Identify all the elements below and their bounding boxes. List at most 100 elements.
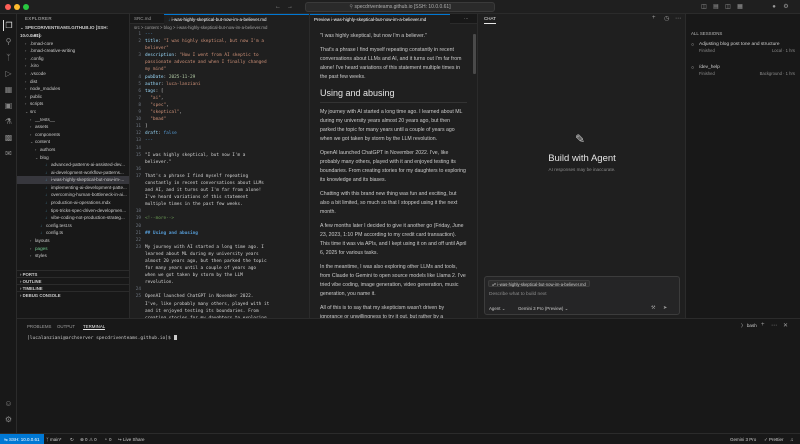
toggle-primary-sidebar-icon[interactable]: ◫ [700,3,708,11]
session-item[interactable]: ○ /dev_help Finished Background · 1 hrs [689,65,797,83]
testing-flask-icon[interactable]: ⚗ [3,116,14,127]
tree-folder[interactable]: › authors [17,146,129,154]
search-icon[interactable]: ⚲ [3,36,14,47]
tab-src-md[interactable]: SRC.md [130,14,164,24]
maximize-window-button[interactable] [23,4,29,10]
send-icon[interactable]: ➤ [663,305,667,311]
context-file-chip[interactable]: ☍ i-was-highly-skeptical-but-now-im-a-be… [488,280,590,287]
customize-layout-icon[interactable]: ▦ [736,3,744,11]
preview-scrollbar[interactable] [473,34,476,74]
problems-count[interactable]: ⊗ 0 ⚠ 0 [80,434,97,444]
ports-section[interactable]: › PORTS [17,270,129,277]
minimize-window-button[interactable] [14,4,20,10]
tree-file[interactable]: ↓ production-ai-operations.mdx [17,199,129,207]
tree-item-label: dist [30,78,38,84]
account-icon[interactable]: ☺ [3,398,14,409]
tree-folder[interactable]: › scripts [17,100,129,108]
tree-folder[interactable]: ⌄ content [17,138,129,146]
line-number: 7 [138,95,141,101]
more-actions-icon[interactable]: ⋯ [675,15,681,22]
tab-output[interactable]: OUTPUT [57,323,75,330]
chat-tab[interactable]: CHAT [484,14,496,24]
tree-folder[interactable]: › public [17,93,129,101]
tab-terminal[interactable]: TERMINAL [83,323,106,330]
close-panel-icon[interactable]: ✕ [783,322,788,329]
timeline-section[interactable]: › TIMELINE [17,284,129,291]
tree-folder[interactable]: › dist [17,78,129,86]
tree-folder[interactable]: › components [17,131,129,139]
tree-folder[interactable]: › .config [17,55,129,63]
tab-markdown-file[interactable]: ↓ i-was-highly-skeptical-but-now-im-a-be… [164,14,309,24]
code-line: 23 My journey with AI started a long time… [130,244,309,251]
tree-folder[interactable]: › __tests__ [17,116,129,124]
manage-gear-icon[interactable]: ⚙ [782,3,790,11]
tree-folder[interactable]: › .bmad-creative-writing [17,47,129,55]
sync-icon[interactable]: ↻ [70,434,74,444]
git-branch[interactable]: ᛉ main* [46,434,61,444]
tree-file[interactable]: ↓ config.test.ts [17,222,129,230]
prettier-status[interactable]: ✓ Prettier [764,434,784,444]
tab-preview[interactable]: Preview i-was-highly-skeptical-but-now-i… [310,14,450,24]
remote-indicator[interactable]: ⇋ SSH: 10.0.0.61 [0,434,44,444]
tree-folder[interactable]: ⌄ src [17,108,129,116]
run-debug-icon[interactable]: ▷ [3,68,14,79]
chat-input-placeholder[interactable]: Describe what to build next [489,292,547,297]
toggle-panel-icon[interactable]: ▤ [712,3,720,11]
session-item[interactable]: ○ Adjusting blog post tone and structure… [689,42,797,60]
debug-console-section[interactable]: › DEBUG CONSOLE [17,291,129,298]
tree-folder[interactable]: › .astro [17,32,129,40]
tree-file[interactable]: ↓ overcoming-human-bottleneck-in-ai... [17,191,129,199]
history-clock-icon[interactable]: ◷ [664,15,669,22]
more-actions-icon[interactable]: ⋯ [771,322,777,329]
tree-folder[interactable]: › node_modules [17,85,129,93]
tree-folder[interactable]: › assets [17,123,129,131]
settings-gear-icon[interactable]: ⚙ [3,414,14,425]
terminal-shell-select[interactable]: 〉 bash [741,323,757,329]
code-content[interactable]: 1 --- 2 title: "I was highly skeptical, but… [130,31,309,318]
tree-folder[interactable]: › .vscode [17,70,129,78]
outline-section[interactable]: › OUTLINE [17,277,129,284]
command-center-search[interactable]: ⚲ specdriventeams.github.io [SSH: 10.0.0… [305,2,495,12]
tree-folder[interactable]: › styles [17,252,129,260]
ports-count[interactable]: ⚬ 0 [104,434,112,444]
more-actions-icon[interactable]: ⋯ [460,14,474,24]
new-terminal-plus-icon[interactable]: + [761,322,765,328]
live-share[interactable]: ↪ Live Share [118,434,145,444]
tree-file[interactable]: ↓ advanced-patterns-ai-assisted-dev... [17,161,129,169]
breadcrumb[interactable]: src > content > blog > i-was-highly-skep… [130,24,309,31]
chat-icon[interactable]: ✉ [3,148,14,159]
code-token: almost 20 years ago, but then parked the… [145,259,267,264]
remote-explorer-icon[interactable]: ▣ [3,100,14,111]
accounts-icon[interactable]: ● [770,3,778,11]
tree-item-label: assets [35,124,49,130]
tree-file[interactable]: ↓ tips-tricks-spec-driven-developmen... [17,207,129,215]
tree-folder[interactable]: › .bmad-core [17,40,129,48]
workspace-root[interactable]: ⌄ SPECDRIVENTEAMS.GITHUB.IO [SSH: 10.0.0… [17,24,129,38]
notifications-bell-icon[interactable]: ♫ [790,434,793,444]
source-control-icon[interactable]: ᛉ [3,52,14,63]
tree-folder[interactable]: › .kiro [17,62,129,70]
toggle-secondary-sidebar-icon[interactable]: ◫ [724,3,732,11]
tab-problems[interactable]: PROBLEMS [27,323,51,330]
tree-file[interactable]: ↓ vibe-coding-not-production-strateg... [17,214,129,222]
tree-folder[interactable]: › pages [17,245,129,253]
extensions-icon[interactable]: ▦ [3,84,14,95]
tools-icon[interactable]: ⚒ [651,305,655,311]
tree-file[interactable]: ↓ ai-development-workflow-patterns... [17,169,129,177]
tree-file[interactable]: ↓ implementing-ai-development-patte... [17,184,129,192]
explorer-files-icon[interactable]: ❐ [3,20,14,31]
docker-icon[interactable]: ▩ [3,132,14,143]
tree-file[interactable]: ↓ config.ts [17,229,129,237]
close-window-button[interactable] [5,4,11,10]
model-status[interactable]: Gemini 3 Pro [730,434,756,444]
new-chat-plus-icon[interactable]: + [652,15,656,21]
tree-folder[interactable]: › layouts [17,237,129,245]
tree-file[interactable]: ↓ i-was-highly-skeptical-but-now-im-... [17,176,129,184]
chat-input-box[interactable]: ☍ i-was-highly-skeptical-but-now-im-a-be… [484,276,680,315]
forward-arrow-icon[interactable]: → [286,3,294,11]
back-arrow-icon[interactable]: ← [274,3,282,11]
agent-mode-select[interactable]: Agent ⌄ [489,306,505,312]
model-select[interactable]: Gemini 3 Pro (Preview) ⌄ [518,306,568,312]
tree-folder[interactable]: ⌄ blog [17,154,129,162]
terminal-output[interactable]: [lucalanziani@archserver specdriventeams… [27,335,177,341]
